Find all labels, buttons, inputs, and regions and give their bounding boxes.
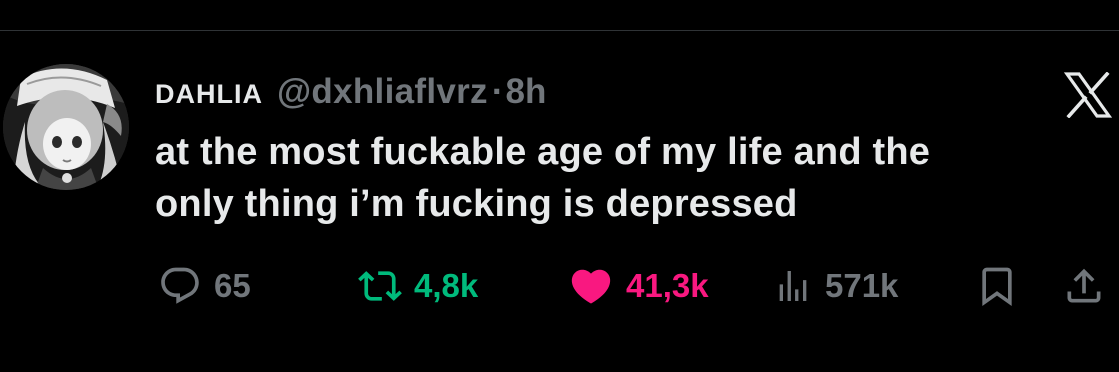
x-logo-icon bbox=[1063, 71, 1113, 119]
timestamp[interactable]: 8h bbox=[506, 72, 547, 112]
reply-count: 65 bbox=[214, 267, 251, 304]
views-button[interactable]: 571k bbox=[773, 258, 898, 314]
reply-button[interactable]: 65 bbox=[158, 258, 251, 314]
retweet-button[interactable]: 4,8k bbox=[358, 258, 478, 314]
bookmark-icon bbox=[982, 267, 1012, 307]
bookmark-button[interactable] bbox=[975, 258, 1019, 314]
action-bar: 65 4,8k 41,3k 571k bbox=[0, 258, 1119, 314]
tweet-text-line: at the most fuckable age of my life and … bbox=[155, 131, 931, 173]
share-icon bbox=[1067, 268, 1101, 303]
share-button[interactable] bbox=[1062, 258, 1106, 314]
tweet-text: at the most fuckable age of my life and … bbox=[155, 126, 1115, 230]
tweet-text-line: only thing i’m fucking is depressed bbox=[155, 183, 798, 225]
avatar-image bbox=[3, 64, 129, 190]
top-divider bbox=[0, 30, 1119, 31]
display-name[interactable]: DAHLIA bbox=[155, 79, 263, 110]
separator-dot: · bbox=[491, 72, 504, 111]
tweet-header: DAHLIA @dxhliaflvrz · 8h bbox=[155, 72, 546, 112]
views-chart-icon bbox=[779, 271, 807, 301]
reply-icon bbox=[161, 267, 199, 304]
retweet-icon bbox=[358, 271, 402, 301]
like-count: 41,3k bbox=[626, 267, 709, 304]
user-handle[interactable]: @dxhliaflvrz bbox=[277, 72, 488, 112]
heart-icon bbox=[571, 269, 611, 304]
retweet-count: 4,8k bbox=[414, 267, 479, 304]
avatar[interactable] bbox=[3, 64, 129, 190]
views-count: 571k bbox=[825, 267, 899, 304]
like-button[interactable]: 41,3k bbox=[568, 258, 709, 314]
